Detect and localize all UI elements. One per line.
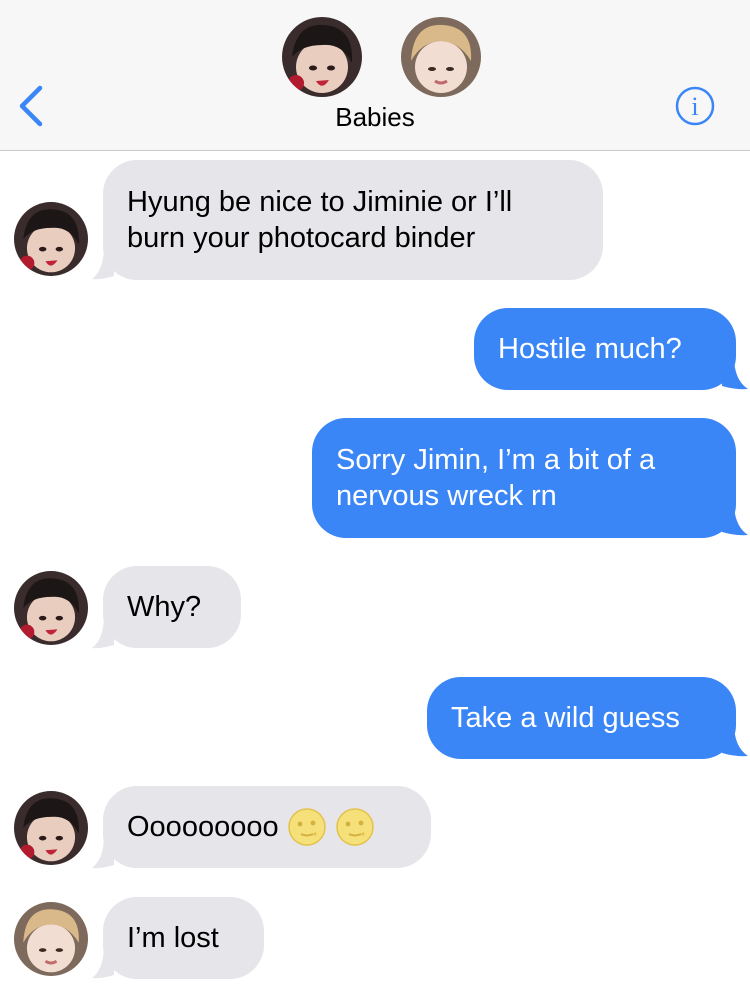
info-button[interactable]: i — [675, 86, 715, 126]
message-text-line: Sorry Jimin, I’m a bit of a — [336, 444, 656, 476]
message-text: I’m lost — [127, 922, 219, 954]
message-text: Why? — [127, 591, 202, 623]
avatar-dark-hair — [14, 791, 88, 865]
moon-face-emoji — [287, 808, 326, 846]
message-text: Ooooooooo — [127, 811, 279, 843]
message-text: Take a wild guess — [451, 702, 680, 734]
sender-avatar[interactable] — [14, 571, 88, 645]
moon-face-emoji — [335, 808, 374, 846]
svg-text:i: i — [691, 92, 698, 121]
avatar-light-hair — [14, 902, 88, 976]
avatar-light-hair — [401, 17, 481, 97]
message-bubble[interactable]: Hostile much? — [474, 308, 736, 390]
message-bubble[interactable]: Why? — [103, 566, 241, 648]
message-text-line: nervous wreck rn — [336, 480, 557, 512]
message-bubble[interactable]: Hyung be nice to Jiminie or I’ll burn yo… — [103, 160, 603, 280]
info-icon: i — [675, 86, 715, 126]
sender-avatar[interactable] — [14, 902, 88, 976]
conversation-header: Babies i — [0, 0, 750, 151]
message-bubble[interactable]: Ooooooooo — [103, 786, 431, 868]
message-bubble[interactable]: Sorry Jimin, I’m a bit of a nervous wrec… — [312, 418, 736, 538]
sender-avatar[interactable] — [14, 202, 88, 276]
group-member-avatar[interactable] — [401, 17, 481, 97]
avatar-dark-hair — [282, 17, 362, 97]
message-text-line: Hyung be nice to Jiminie or I’ll — [127, 186, 513, 218]
avatar-dark-hair — [14, 202, 88, 276]
sender-avatar[interactable] — [14, 791, 88, 865]
avatar-dark-hair — [14, 571, 88, 645]
message-text: Hostile much? — [498, 333, 682, 365]
message-bubble[interactable]: I’m lost — [103, 897, 264, 979]
conversation-title[interactable]: Babies — [0, 102, 750, 133]
message-bubble[interactable]: Take a wild guess — [427, 677, 736, 759]
message-text-line: burn your photocard binder — [127, 222, 476, 254]
group-member-avatar[interactable] — [282, 17, 362, 97]
